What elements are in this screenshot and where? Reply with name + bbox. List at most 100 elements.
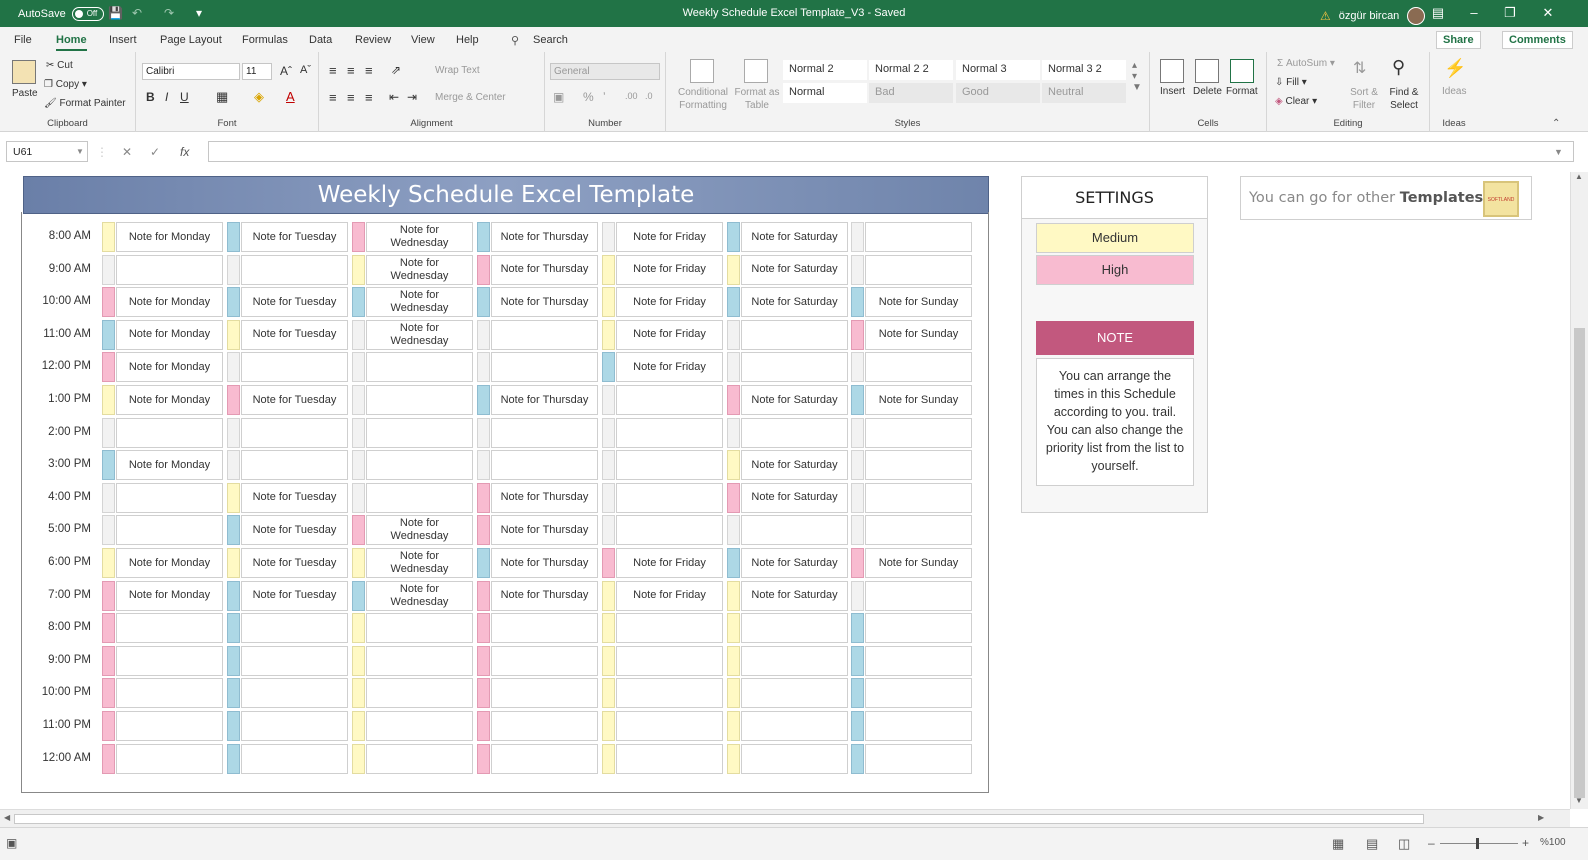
note-cell[interactable] (741, 613, 848, 644)
priority-cell[interactable] (851, 580, 864, 611)
note-cell[interactable]: Note for Saturday (741, 548, 848, 578)
priority-cell[interactable] (477, 515, 490, 546)
conditional-formatting-button[interactable]: Conditional Formatting (674, 86, 732, 112)
note-cell[interactable] (865, 254, 972, 285)
priority-cell[interactable] (227, 743, 240, 774)
priority-cell[interactable] (851, 743, 864, 774)
note-cell[interactable] (865, 352, 972, 383)
find-icon[interactable]: ⚲ (1392, 57, 1405, 78)
zoom-level[interactable]: %100 (1540, 837, 1566, 848)
align-top-icon[interactable]: ≡ (329, 63, 337, 78)
priority-cell[interactable] (227, 287, 240, 318)
paste-button[interactable]: Paste (12, 88, 38, 99)
note-cell[interactable] (616, 482, 723, 513)
note-cell[interactable]: Note for Thursday (491, 580, 598, 611)
find-select-button[interactable]: Find & Select (1383, 86, 1425, 112)
priority-cell[interactable] (602, 645, 615, 676)
priority-cell[interactable] (851, 450, 864, 481)
note-cell[interactable]: Note for Sunday (865, 548, 972, 578)
priority-cell[interactable] (352, 385, 365, 415)
priority-cell[interactable] (602, 711, 615, 741)
priority-cell[interactable] (352, 743, 365, 774)
user-account[interactable]: ⚠ özgür bircan (1320, 7, 1426, 25)
note-cell[interactable] (116, 254, 223, 285)
priority-cell[interactable] (602, 515, 615, 546)
priority-cell[interactable] (102, 678, 115, 709)
priority-cell[interactable] (727, 254, 740, 285)
priority-cell[interactable] (227, 711, 240, 741)
autosum-button[interactable]: Σ AutoSum ▾ (1277, 58, 1335, 69)
note-cell[interactable] (865, 450, 972, 481)
macro-record-icon[interactable]: ▣ (6, 836, 17, 850)
priority-cell[interactable] (102, 417, 115, 448)
note-cell[interactable] (116, 515, 223, 546)
note-cell[interactable] (741, 515, 848, 546)
format-cells-icon[interactable] (1230, 59, 1254, 83)
note-cell[interactable] (741, 417, 848, 448)
priority-cell[interactable] (477, 743, 490, 774)
note-cell[interactable]: Note for Monday (116, 352, 223, 383)
collapse-ribbon-icon[interactable]: ⌃ (1552, 118, 1560, 129)
note-cell[interactable] (491, 711, 598, 741)
priority-cell[interactable] (227, 417, 240, 448)
priority-cell[interactable] (851, 678, 864, 709)
note-cell[interactable] (616, 515, 723, 546)
priority-cell[interactable] (227, 678, 240, 709)
note-cell[interactable]: Note for Saturday (741, 385, 848, 415)
cut-button[interactable]: ✂ Cut (46, 60, 73, 71)
align-center-icon[interactable]: ≡ (347, 90, 355, 105)
priority-cell[interactable] (851, 385, 864, 415)
note-cell[interactable] (865, 580, 972, 611)
priority-cell[interactable] (102, 287, 115, 318)
ribbon-display-icon[interactable]: ▤ (1428, 5, 1448, 21)
templates-link[interactable]: You can go for other Templates SOFTLAND (1240, 176, 1532, 220)
priority-cell[interactable] (477, 678, 490, 709)
page-break-view-icon[interactable]: ◫ (1398, 836, 1410, 852)
priority-cell[interactable] (727, 515, 740, 546)
tab-file[interactable]: File (14, 34, 32, 46)
priority-cell[interactable] (477, 450, 490, 481)
zoom-slider[interactable] (1440, 843, 1518, 844)
note-cell[interactable]: Note for Tuesday (241, 482, 348, 513)
note-cell[interactable] (241, 645, 348, 676)
worksheet[interactable]: Weekly Schedule Excel Template 8:00 AM No… (0, 172, 1570, 809)
priority-cell[interactable] (851, 254, 864, 285)
note-cell[interactable]: Note for Saturday (741, 450, 848, 481)
tab-view[interactable]: View (411, 34, 435, 46)
priority-cell[interactable] (227, 222, 240, 252)
orientation-icon[interactable]: ⇗ (391, 63, 401, 77)
priority-cell[interactable] (352, 515, 365, 546)
note-cell[interactable]: Note for Thursday (491, 254, 598, 285)
tab-page-layout[interactable]: Page Layout (160, 34, 222, 46)
priority-cell[interactable] (477, 385, 490, 415)
note-cell[interactable]: Note for Wednesday (366, 515, 473, 546)
note-cell[interactable]: Note for Friday (616, 352, 723, 383)
tab-help[interactable]: Help (456, 34, 479, 46)
priority-cell[interactable] (102, 613, 115, 644)
priority-cell[interactable] (352, 645, 365, 676)
style-good[interactable]: Good (956, 83, 1040, 103)
note-cell[interactable]: Note for Sunday (865, 385, 972, 415)
note-cell[interactable] (865, 515, 972, 546)
tab-data[interactable]: Data (309, 34, 332, 46)
priority-cell[interactable] (227, 254, 240, 285)
priority-cell[interactable] (227, 613, 240, 644)
style-normal[interactable]: Normal (783, 83, 867, 103)
priority-cell[interactable] (227, 515, 240, 546)
note-cell[interactable] (741, 743, 848, 774)
note-cell[interactable] (116, 678, 223, 709)
note-cell[interactable]: Note for Wednesday (366, 222, 473, 252)
minimize-icon[interactable]: – (1464, 5, 1484, 20)
priority-cell[interactable] (602, 450, 615, 481)
format-as-table-button[interactable]: Format as Table (734, 86, 780, 112)
note-cell[interactable] (741, 678, 848, 709)
share-button[interactable]: Share (1436, 31, 1481, 49)
copy-button[interactable]: ❐ Copy ▾ (44, 79, 87, 90)
priority-cell[interactable] (477, 254, 490, 285)
style-bad[interactable]: Bad (869, 83, 953, 103)
priority-cell[interactable] (477, 352, 490, 383)
note-cell[interactable]: Note for Tuesday (241, 548, 348, 578)
priority-cell[interactable] (851, 482, 864, 513)
priority-cell[interactable] (727, 222, 740, 252)
note-cell[interactable] (741, 352, 848, 383)
